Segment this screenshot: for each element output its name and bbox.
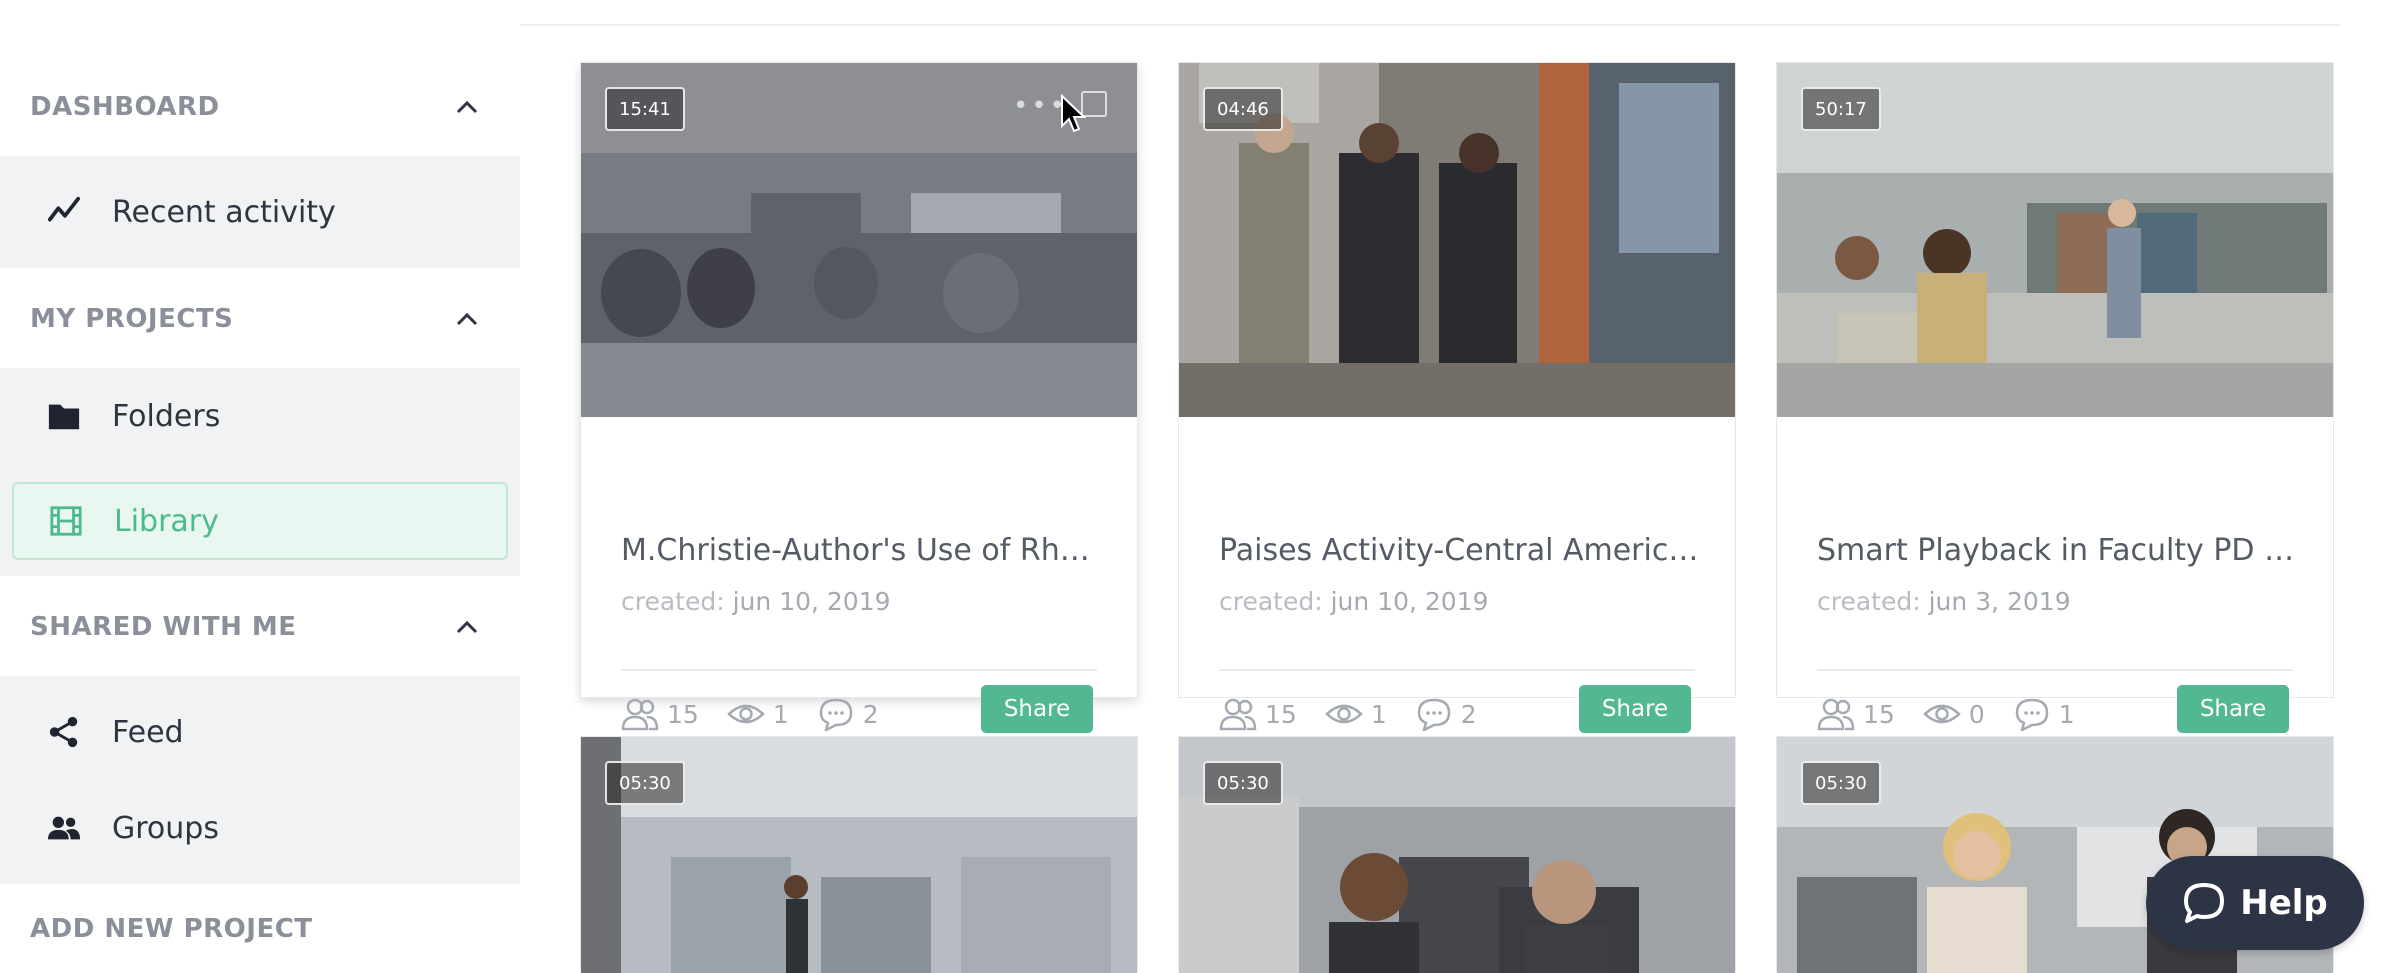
- duration-badge: 05:30: [1203, 761, 1283, 805]
- shared-nav-group: Feed Groups: [0, 676, 520, 884]
- members-stat: 15: [621, 697, 699, 731]
- card-divider: [621, 669, 1097, 671]
- views-count: 1: [1370, 699, 1387, 729]
- sidebar: DASHBOARD Recent activity MY PROJECTS Fo…: [0, 0, 520, 972]
- created-label: created:: [1817, 587, 1921, 616]
- views-stat: 0: [1922, 697, 1985, 731]
- video-thumbnail[interactable]: 04:46: [1179, 63, 1735, 417]
- members-count: 15: [1863, 699, 1895, 729]
- comment-icon: [819, 698, 852, 731]
- my-projects-section-title: MY PROJECTS: [30, 304, 234, 334]
- comments-count: 2: [1460, 699, 1477, 729]
- views-stat: 1: [726, 697, 789, 731]
- created-date: jun 10, 2019: [732, 587, 891, 616]
- video-card[interactable]: 15:41 ••• M.Christie-Author's Use of Rhe…: [580, 62, 1138, 733]
- video-card[interactable]: 04:46 Paises Activity-Central America Te…: [1178, 62, 1736, 733]
- help-label: Help: [2240, 883, 2328, 923]
- share-nodes-icon: [46, 714, 82, 750]
- created-date: jun 3, 2019: [1928, 587, 2071, 616]
- sidebar-item-feed[interactable]: Feed: [0, 684, 520, 780]
- eye-icon: [726, 704, 765, 724]
- sidebar-item-folders[interactable]: Folders: [0, 368, 520, 464]
- created-label: created:: [621, 587, 725, 616]
- created-label: created:: [1219, 587, 1323, 616]
- dashboard-section-header[interactable]: DASHBOARD: [0, 58, 520, 156]
- chevron-up-icon[interactable]: [456, 312, 478, 326]
- film-icon: [48, 503, 84, 539]
- members-stat: 15: [1817, 697, 1895, 731]
- members-count: 15: [1265, 699, 1297, 729]
- sidebar-item-label: Feed: [112, 714, 184, 750]
- top-divider: [520, 24, 2340, 26]
- chat-bubble-icon: [2184, 883, 2225, 923]
- my-projects-nav-group: Folders Library: [0, 368, 520, 576]
- comments-stat: 2: [817, 697, 879, 731]
- people-icon: [46, 810, 82, 846]
- duration-badge: 05:30: [605, 761, 685, 805]
- chevron-up-icon[interactable]: [456, 620, 478, 634]
- help-button[interactable]: Help: [2146, 856, 2364, 950]
- video-title[interactable]: M.Christie-Author's Use of Rhetori...: [621, 533, 1101, 568]
- created-date: jun 10, 2019: [1330, 587, 1489, 616]
- video-thumbnail[interactable]: 15:41 •••: [581, 63, 1137, 417]
- share-button[interactable]: Share: [1579, 685, 1691, 733]
- video-thumbnail[interactable]: 50:17: [1777, 63, 2333, 417]
- comments-count: 1: [2058, 699, 2075, 729]
- eye-icon: [1324, 704, 1363, 724]
- mouse-cursor-icon: [1061, 94, 1086, 133]
- add-new-project-label: ADD NEW PROJECT: [30, 914, 313, 944]
- video-created-date: created: jun 10, 2019: [1219, 587, 1489, 616]
- sidebar-item-label: Groups: [112, 810, 219, 846]
- dashboard-section-title: DASHBOARD: [30, 92, 220, 122]
- video-card[interactable]: 50:17 Smart Playback in Faculty PD Sessi…: [1776, 62, 2334, 733]
- users-icon: [621, 698, 659, 731]
- video-card[interactable]: 05:30: [1178, 736, 1736, 973]
- folder-icon: [46, 398, 82, 434]
- views-stat: 1: [1324, 697, 1387, 731]
- sidebar-item-recent-activity[interactable]: Recent activity: [0, 164, 520, 260]
- video-created-date: created: jun 3, 2019: [1817, 587, 2071, 616]
- my-projects-section-header[interactable]: MY PROJECTS: [0, 270, 520, 368]
- add-new-project-link[interactable]: ADD NEW PROJECT: [0, 886, 520, 972]
- users-icon: [1817, 698, 1855, 731]
- video-card[interactable]: 05:30: [580, 736, 1138, 973]
- card-divider: [1817, 669, 2293, 671]
- duration-badge: 15:41: [605, 87, 685, 131]
- members-stat: 15: [1219, 697, 1297, 731]
- comment-icon: [2015, 698, 2048, 731]
- shared-section-header[interactable]: SHARED WITH ME: [0, 578, 520, 676]
- sidebar-item-label: Folders: [112, 398, 221, 434]
- duration-badge: 04:46: [1203, 87, 1283, 131]
- sidebar-item-groups[interactable]: Groups: [0, 780, 520, 876]
- share-button[interactable]: Share: [981, 685, 1093, 733]
- shared-section-title: SHARED WITH ME: [30, 612, 297, 642]
- members-count: 15: [667, 699, 699, 729]
- dashboard-nav-group: Recent activity: [0, 156, 520, 268]
- card-stats: 15 0 1: [1817, 697, 2103, 731]
- sidebar-item-library[interactable]: Library: [12, 482, 508, 560]
- video-title[interactable]: Smart Playback in Faculty PD Sessi...: [1817, 533, 2297, 568]
- video-title[interactable]: Paises Activity-Central America Te...: [1219, 533, 1699, 568]
- sidebar-item-label: Recent activity: [112, 194, 336, 230]
- trend-check-icon: [46, 194, 82, 230]
- comments-count: 2: [862, 699, 879, 729]
- video-created-date: created: jun 10, 2019: [621, 587, 891, 616]
- eye-icon: [1922, 704, 1961, 724]
- views-count: 1: [772, 699, 789, 729]
- users-icon: [1219, 698, 1257, 731]
- duration-badge: 05:30: [1801, 761, 1881, 805]
- comment-icon: [1417, 698, 1450, 731]
- duration-badge: 50:17: [1801, 87, 1881, 131]
- views-count: 0: [1968, 699, 1985, 729]
- comments-stat: 2: [1415, 697, 1477, 731]
- comments-stat: 1: [2013, 697, 2075, 731]
- card-divider: [1219, 669, 1695, 671]
- chevron-up-icon[interactable]: [456, 100, 478, 114]
- video-thumbnail[interactable]: 05:30: [581, 737, 1137, 973]
- card-stats: 15 1 2: [621, 697, 907, 731]
- share-button[interactable]: Share: [2177, 685, 2289, 733]
- card-stats: 15 1 2: [1219, 697, 1505, 731]
- sidebar-item-label: Library: [114, 503, 219, 539]
- video-thumbnail[interactable]: 05:30: [1179, 737, 1735, 973]
